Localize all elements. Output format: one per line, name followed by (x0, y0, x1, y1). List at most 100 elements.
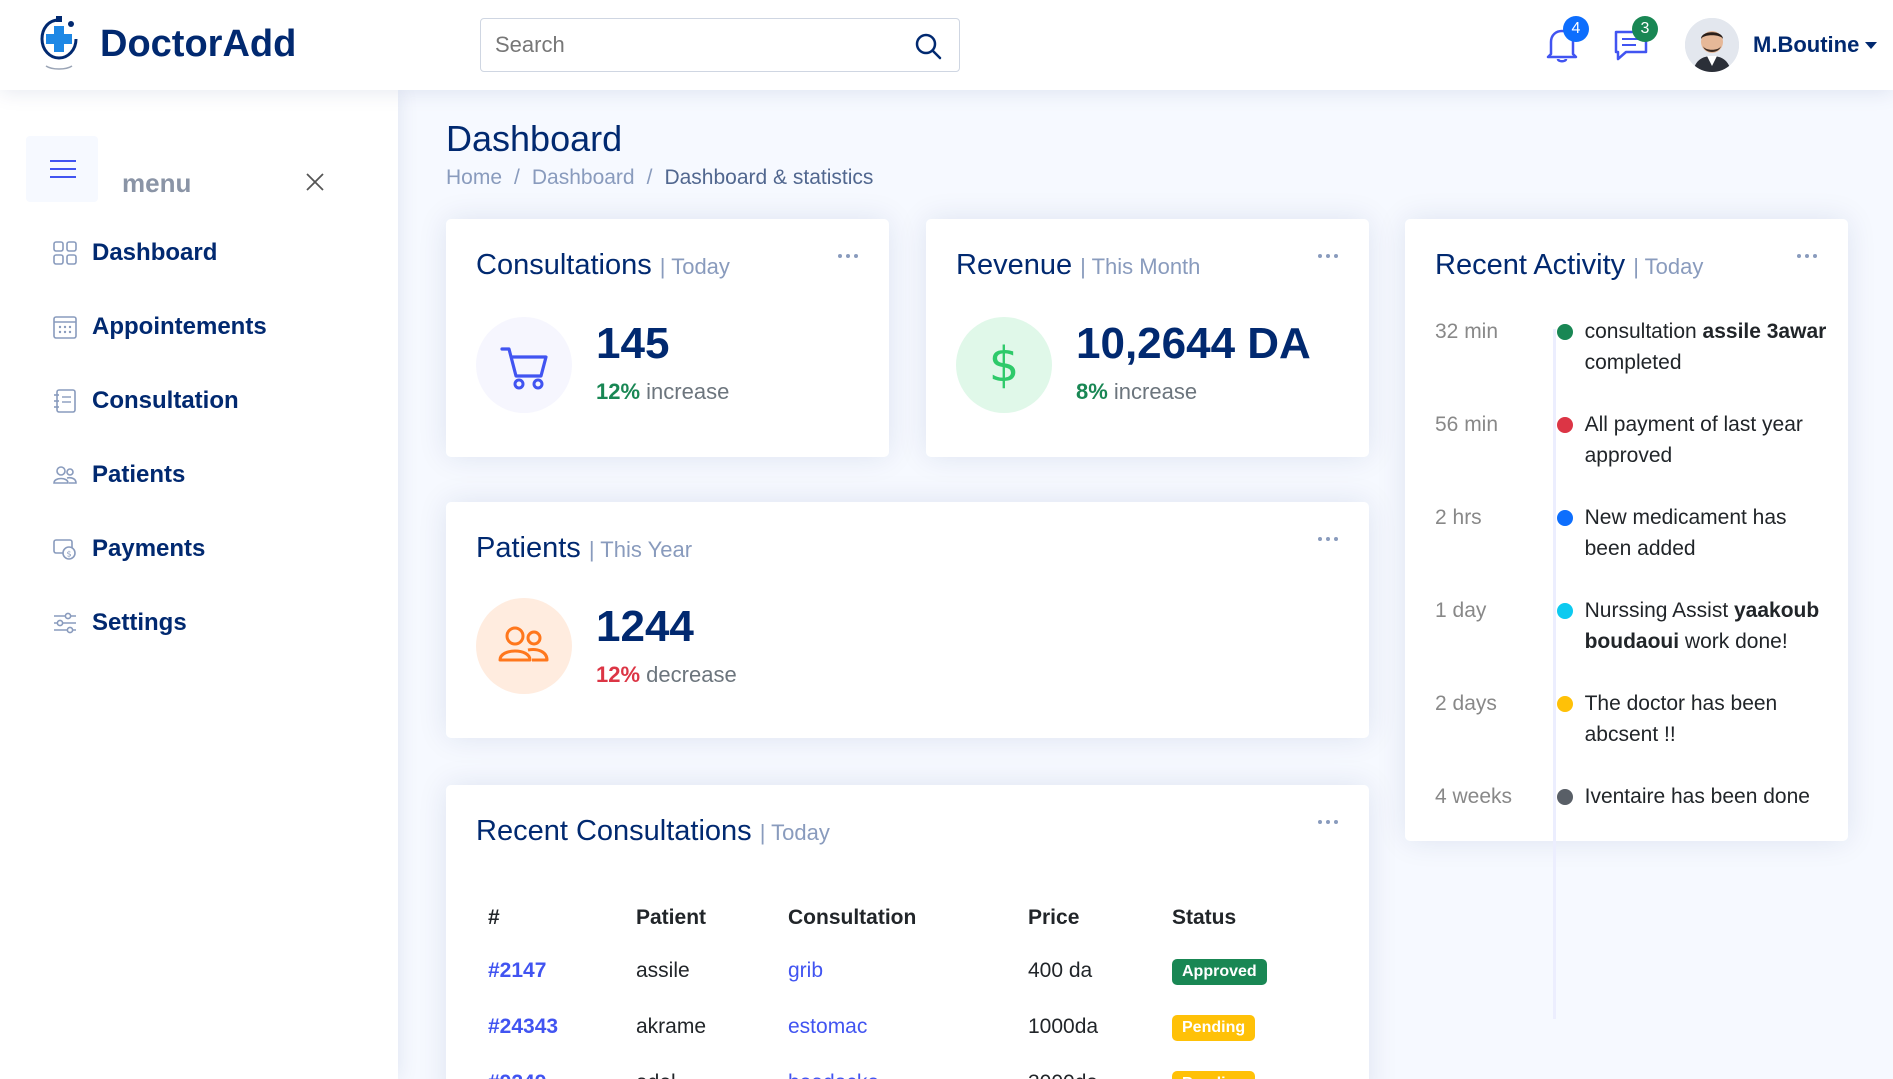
sidebar-item-payments[interactable]: $ Payments (0, 512, 398, 586)
activity-item: 56 min All payment of last year approved (1435, 409, 1835, 471)
user-photo-icon (1685, 18, 1739, 72)
sidebar-item-label: Appointements (92, 313, 267, 340)
more-options-icon[interactable] (1796, 253, 1818, 259)
activity-dot (1556, 696, 1573, 712)
sidebar: menu Dashboard Appointements Consultatio… (0, 90, 398, 1079)
patient-cell: assile (636, 959, 690, 982)
activity-item: 1 day Nurssing Assist yaakoub boudaoui w… (1435, 595, 1835, 657)
sidebar-nav: Dashboard Appointements Consultation Pat… (0, 216, 398, 660)
column-header: Price (1028, 906, 1080, 929)
activity-text: All payment of last year approved (1584, 413, 1803, 467)
search-icon[interactable] (913, 31, 943, 61)
people-icon-circle (476, 598, 572, 694)
search-bar (480, 18, 960, 72)
consultation-id-link[interactable]: #9249 (488, 1071, 546, 1079)
menu-toggle-button[interactable] (26, 136, 98, 202)
more-options-icon[interactable] (1317, 536, 1339, 542)
activity-dot (1556, 510, 1573, 526)
sidebar-item-label: Dashboard (92, 239, 218, 266)
consultation-id-link[interactable]: #24343 (488, 1015, 558, 1038)
sidebar-item-dashboard[interactable]: Dashboard (0, 216, 398, 290)
column-header: # (488, 906, 500, 929)
card-title: Consultations (476, 249, 652, 281)
grid-icon (53, 241, 77, 265)
activity-dot (1556, 417, 1573, 433)
sliders-icon (54, 612, 76, 634)
sidebar-item-patients[interactable]: Patients (0, 438, 398, 512)
card-period: | Today (1633, 254, 1704, 279)
activity-time: 56 min (1435, 413, 1499, 436)
page-title: Dashboard (446, 118, 623, 159)
sidebar-item-label: Consultation (92, 387, 239, 414)
activity-text: The doctor has been abcsent !! (1584, 692, 1778, 746)
close-icon[interactable] (305, 172, 325, 192)
messages-button[interactable]: 3 (1612, 16, 1658, 64)
table-row: #9249 adel headacke 3000da Pending (476, 1055, 1336, 1079)
metric-value: 145 (596, 319, 670, 368)
metric-change: 12% decrease (596, 662, 737, 687)
column-header: Consultation (788, 906, 917, 929)
journal-icon (54, 389, 76, 413)
activity-text: New medicament has been added (1584, 506, 1787, 560)
metric-value: 10,2644 DA (1076, 319, 1311, 368)
price-cell: 3000da (1016, 1055, 1160, 1079)
activity-text: Iventaire has been done (1584, 785, 1810, 808)
more-options-icon[interactable] (1317, 819, 1339, 825)
card-period: | This Month (1080, 254, 1201, 279)
activity-item: 2 hrs New medicament has been added (1435, 502, 1835, 564)
sidebar-item-label: Patients (92, 461, 186, 488)
breadcrumb-home[interactable]: Home (446, 166, 502, 190)
menu-label: menu (122, 168, 192, 198)
consultation-link[interactable]: grib (788, 959, 823, 982)
activity-time: 2 days (1435, 692, 1497, 715)
sidebar-item-label: Settings (92, 609, 187, 636)
calendar-icon (53, 316, 77, 339)
dollar-icon: $ (989, 337, 1020, 393)
user-name: M.Boutine (1753, 32, 1860, 57)
activity-item: 4 weeks Iventaire has been done (1435, 781, 1835, 812)
cart-icon (500, 347, 548, 390)
cart-icon-circle (476, 317, 572, 413)
search-input[interactable] (481, 19, 881, 71)
more-options-icon[interactable] (1317, 253, 1339, 259)
sidebar-item-appointements[interactable]: Appointements (0, 290, 398, 364)
cash-icon: $ (53, 539, 76, 560)
messages-badge: 3 (1632, 16, 1658, 42)
svg-text:$: $ (989, 337, 1020, 393)
brand-logo[interactable]: DoctorAdd (38, 14, 296, 74)
column-header: Status (1172, 906, 1237, 929)
consultations-table: # Patient Consultation Price Status #214… (476, 893, 1336, 1079)
breadcrumb: Home / Dashboard / Dashboard & statistic… (446, 166, 874, 190)
card-title: Recent Activity (1435, 249, 1626, 281)
activity-item: 2 days The doctor has been abcsent !! (1435, 688, 1835, 750)
sidebar-item-consultation[interactable]: Consultation (0, 364, 398, 438)
activity-dot (1556, 324, 1573, 340)
patient-cell: adel (624, 1055, 776, 1079)
consultation-link[interactable]: estomac (788, 1015, 867, 1038)
recent-activity-card: Recent Activity | Today 32 min consultat… (1405, 219, 1848, 1019)
metric-value: 1244 (596, 602, 694, 651)
consultation-id-link[interactable]: #2147 (488, 959, 546, 982)
top-header: DoctorAdd 4 3 (0, 0, 1893, 90)
notifications-badge: 4 (1563, 16, 1589, 42)
more-options-icon[interactable] (837, 253, 859, 259)
patient-cell: akrame (636, 1015, 707, 1038)
table-row: #24343 akrame estomac 1000da Pending (476, 999, 1336, 1055)
recent-consultations-card: Recent Consultations | Today # Patient C… (446, 785, 1369, 1079)
chevron-down-icon (1865, 41, 1878, 49)
consultation-link[interactable]: headacke (788, 1071, 879, 1079)
avatar (1685, 18, 1739, 72)
sidebar-item-label: Payments (92, 535, 206, 562)
patients-card: Patients | This Year 1244 12% decrease (446, 502, 1369, 738)
metric-change: 8% increase (1076, 379, 1198, 404)
price-cell: 400 da (1028, 959, 1093, 982)
breadcrumb-dashboard[interactable]: Dashboard (532, 166, 635, 190)
card-title: Recent Consultations (476, 815, 752, 847)
profile-dropdown[interactable]: M.Boutine (1685, 18, 1878, 72)
notifications-button[interactable]: 4 (1543, 16, 1589, 64)
revenue-card: Revenue | This Month $ 10,2644 DA 8% inc… (926, 219, 1369, 457)
people-icon (53, 466, 77, 484)
sidebar-item-settings[interactable]: Settings (0, 586, 398, 660)
activity-time: 1 day (1435, 599, 1487, 622)
activity-dot (1556, 603, 1573, 619)
